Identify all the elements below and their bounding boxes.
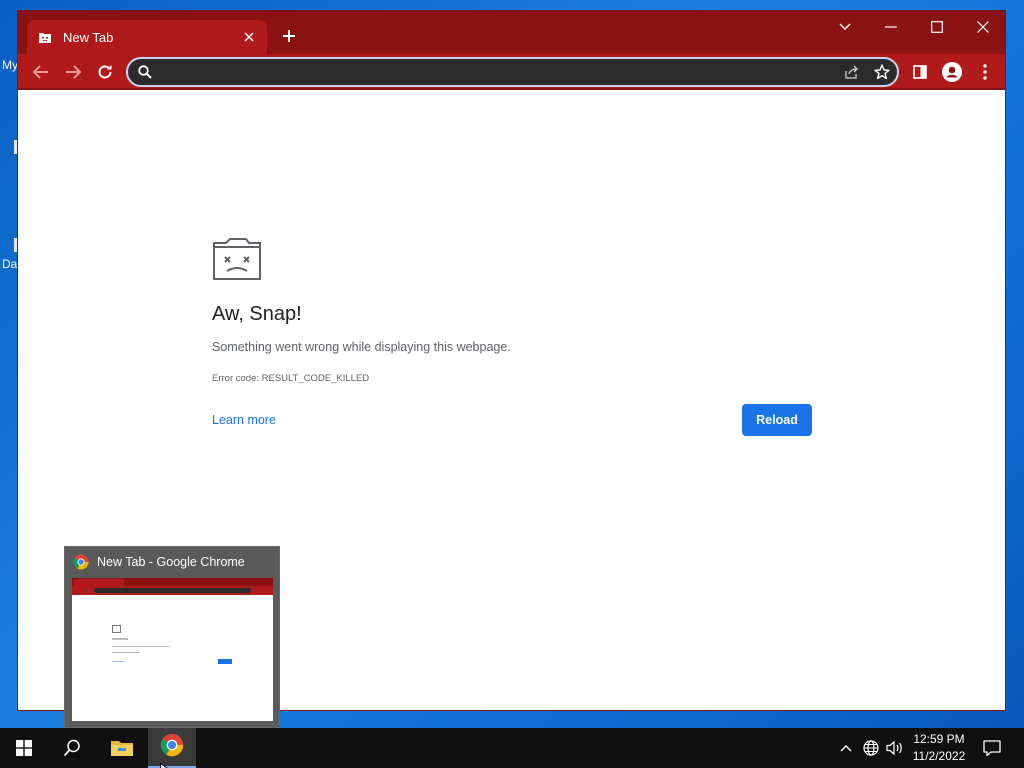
- maximize-button[interactable]: [914, 13, 960, 41]
- sad-tab-icon: [37, 29, 53, 45]
- back-button[interactable]: [27, 58, 55, 86]
- thumbnail-reload-button: [218, 659, 232, 664]
- side-panel-icon[interactable]: [906, 58, 934, 86]
- close-window-button[interactable]: [960, 13, 1006, 41]
- preview-title: New Tab - Google Chrome: [97, 555, 245, 569]
- search-icon[interactable]: [48, 728, 96, 768]
- sad-tab-large-icon: [212, 237, 262, 281]
- chrome-icon: [73, 554, 89, 570]
- thumbnail-tab: [74, 579, 124, 586]
- tab-new-tab[interactable]: New Tab: [27, 20, 267, 54]
- thumbnail-line: [112, 646, 170, 647]
- error-code: Error code: RESULT_CODE_KILLED: [212, 373, 370, 384]
- thumbnail-line: [112, 661, 124, 662]
- learn-more-link[interactable]: Learn more: [212, 413, 276, 427]
- tab-search-chevron-down-icon[interactable]: [822, 13, 868, 41]
- forward-button[interactable]: [59, 58, 87, 86]
- thumbnail-line: [112, 652, 140, 653]
- bookmark-star-icon[interactable]: [867, 59, 897, 85]
- browser-toolbar: [18, 54, 1005, 90]
- chrome-taskbar-button[interactable]: [148, 728, 196, 768]
- taskbar: 12:59 PM 11/2/2022: [0, 728, 1024, 768]
- tab-title: New Tab: [63, 29, 114, 45]
- new-tab-button[interactable]: [277, 24, 301, 48]
- action-center-icon[interactable]: [978, 728, 1006, 768]
- search-icon: [136, 63, 154, 81]
- network-icon[interactable]: [860, 728, 882, 768]
- share-icon[interactable]: [837, 59, 867, 85]
- windows-start-icon[interactable]: [0, 728, 48, 768]
- reload-icon[interactable]: [91, 58, 119, 86]
- title-bar: New Tab: [18, 11, 1005, 54]
- error-title: Aw, Snap!: [212, 303, 302, 325]
- more-menu-icon[interactable]: [971, 58, 999, 86]
- desktop-icon-label-fragment: Da: [2, 257, 18, 271]
- thumbnail-address-bar: [94, 588, 251, 593]
- taskbar-window-preview[interactable]: New Tab - Google Chrome: [64, 546, 280, 728]
- error-message: Something went wrong while displaying th…: [212, 340, 511, 354]
- reload-button[interactable]: Reload: [742, 404, 812, 436]
- preview-header: New Tab - Google Chrome: [73, 554, 245, 570]
- thumbnail-sad-tab-icon: [112, 625, 121, 633]
- address-bar[interactable]: [126, 57, 899, 87]
- file-explorer-icon[interactable]: [98, 728, 146, 768]
- show-hidden-icons-icon[interactable]: [836, 728, 856, 768]
- clock-time: 12:59 PM: [913, 732, 965, 746]
- minimize-button[interactable]: [868, 13, 914, 41]
- taskbar-clock[interactable]: 12:59 PM 11/2/2022: [905, 731, 973, 765]
- close-tab-icon[interactable]: [241, 29, 257, 45]
- chrome-icon: [160, 733, 184, 762]
- thumbnail-line: [112, 638, 128, 640]
- volume-icon[interactable]: [884, 728, 906, 768]
- preview-thumbnail: [72, 578, 273, 721]
- profile-avatar-icon[interactable]: [938, 58, 966, 86]
- clock-date: 11/2/2022: [912, 749, 966, 763]
- desktop-icon-label-fragment: My: [2, 58, 18, 72]
- address-input[interactable]: [154, 59, 837, 85]
- mouse-cursor-icon: [160, 759, 169, 768]
